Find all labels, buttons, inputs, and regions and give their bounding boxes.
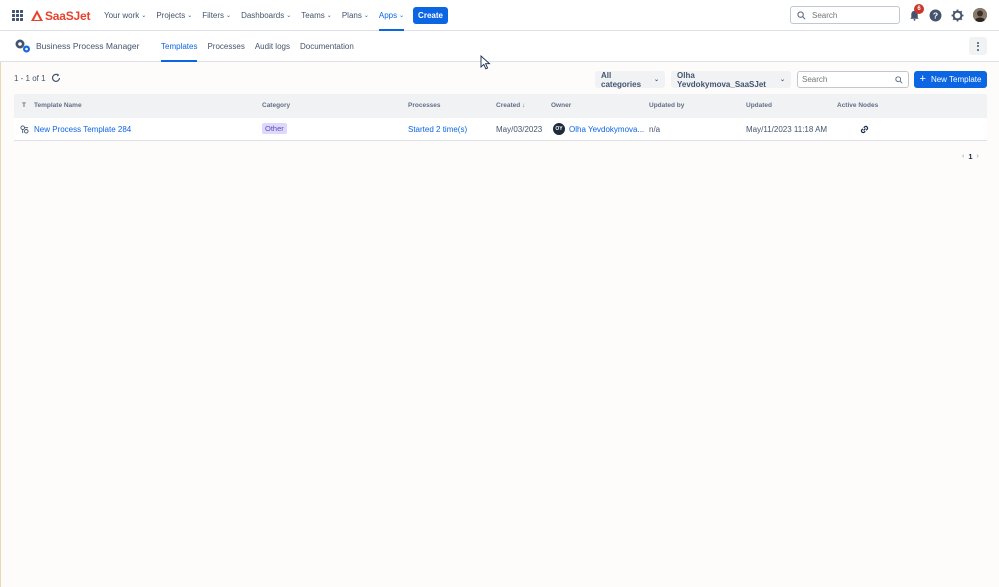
notifications-badge: 6: [914, 4, 924, 14]
nav-your-work[interactable]: Your work ⌄: [104, 0, 146, 31]
current-page[interactable]: 1: [968, 152, 972, 161]
owner-filter-value: Olha Yevdokymova_SaaSJet: [677, 70, 766, 89]
chevron-down-icon: ⌄: [286, 13, 292, 19]
category-filter-select[interactable]: All categories ⌄: [595, 70, 665, 89]
previous-page-icon[interactable]: ‹: [962, 153, 964, 160]
nav-projects-label: Projects: [156, 11, 186, 20]
nav-apps[interactable]: Apps ⌄: [378, 0, 405, 31]
question-icon: ?: [929, 9, 941, 21]
app-switcher-icon[interactable]: [12, 10, 23, 21]
app-tabs: Templates Processes Audit logs Documenta…: [161, 31, 364, 62]
dot: [977, 45, 979, 47]
app-header: Business Process Manager Templates Proce…: [0, 31, 999, 62]
nav-filters-label: Filters: [202, 11, 225, 20]
tab-templates[interactable]: Templates: [161, 31, 198, 62]
result-count: 1 - 1 of 1: [14, 74, 46, 83]
owner-filter-select[interactable]: Olha Yevdokymova_SaaSJet ⌄: [671, 70, 791, 89]
column-template-name[interactable]: Template Name: [34, 102, 82, 109]
user-photo-icon: [973, 8, 987, 22]
chevron-down-icon: ⌄: [141, 13, 147, 19]
chevron-down-icon: ⌄: [779, 77, 785, 83]
process-template-icon: [20, 125, 29, 134]
nav-dashboards-label: Dashboards: [241, 11, 285, 20]
owner-link[interactable]: Olha Yevdokymova...: [569, 125, 644, 134]
category-badge: Other: [262, 123, 287, 134]
app-title: Business Process Manager: [36, 41, 140, 51]
pagination: ‹ 1 ›: [962, 152, 979, 161]
top-navigation: SaaSJet Your work ⌄ Projects ⌄ Filters ⌄ Da…: [0, 0, 999, 31]
create-button[interactable]: Create: [413, 7, 448, 24]
column-created[interactable]: Created ↓: [496, 102, 525, 109]
chevron-down-icon: ⌄: [326, 13, 332, 19]
page-frame: [0, 0, 999, 587]
column-category[interactable]: Category: [262, 102, 290, 109]
nav-plans[interactable]: Plans ⌄: [342, 0, 369, 31]
mouse-cursor-icon: [480, 55, 491, 70]
column-updated[interactable]: Updated: [746, 102, 772, 109]
primary-nav: Your work ⌄ Projects ⌄ Filters ⌄ Dashboards…: [104, 0, 414, 31]
chevron-down-icon: ⌄: [226, 13, 232, 19]
column-owner[interactable]: Owner: [551, 102, 571, 109]
created-date: May/03/2023: [496, 125, 543, 134]
saasjet-logo[interactable]: SaaSJet: [31, 8, 91, 23]
help-icon[interactable]: ?: [928, 8, 942, 22]
plus-icon: +: [919, 73, 926, 85]
refresh-icon[interactable]: [51, 73, 61, 83]
category-filter-value: All categories: [601, 70, 642, 89]
link-icon[interactable]: [859, 124, 870, 135]
more-actions-button[interactable]: [969, 37, 987, 55]
template-search[interactable]: [797, 71, 909, 88]
nav-apps-label: Apps: [378, 11, 398, 20]
owner-avatar: OY: [553, 123, 565, 135]
table-header: T Template Name Category Processes Creat…: [14, 94, 987, 118]
nav-projects[interactable]: Projects ⌄: [156, 0, 192, 31]
tab-audit-logs[interactable]: Audit logs: [255, 31, 290, 62]
global-search-input[interactable]: [812, 10, 892, 20]
template-search-input[interactable]: [802, 75, 892, 84]
process-manager-logo-icon: [15, 39, 30, 53]
chevron-down-icon: ⌄: [363, 13, 369, 19]
new-template-label: New Template: [930, 75, 982, 84]
search-icon: [797, 10, 806, 19]
column-updated-by[interactable]: Updated by: [649, 102, 684, 109]
new-template-button[interactable]: + New Template: [914, 71, 987, 88]
category-badge-label: Other: [262, 123, 287, 134]
tab-documentation[interactable]: Documentation: [300, 31, 354, 62]
settings-icon[interactable]: [950, 8, 964, 22]
column-type[interactable]: T: [22, 102, 26, 109]
tab-processes[interactable]: Processes: [207, 31, 244, 62]
user-avatar[interactable]: [973, 8, 987, 22]
chevron-down-icon: ⌄: [653, 77, 659, 83]
table-row: New Process Template 284 Other Started 2…: [14, 118, 987, 141]
chevron-down-icon: ⌄: [187, 13, 193, 19]
template-name-link[interactable]: New Process Template 284: [34, 125, 131, 134]
column-active-nodes[interactable]: Active Nodes: [837, 102, 878, 109]
next-page-icon[interactable]: ›: [977, 153, 979, 160]
nav-plans-label: Plans: [341, 11, 362, 20]
gear-icon: [951, 9, 963, 21]
updated-by: n/a: [649, 125, 661, 134]
column-processes[interactable]: Processes: [408, 102, 441, 109]
dot: [977, 48, 979, 51]
dot: [977, 41, 979, 44]
templates-table: T Template Name Category Processes Creat…: [14, 94, 987, 141]
search-icon: [895, 76, 903, 84]
processes-link[interactable]: Started 2 time(s): [408, 125, 467, 134]
nav-dashboards[interactable]: Dashboards ⌄: [241, 0, 291, 31]
chevron-down-icon: ⌄: [399, 13, 405, 19]
saasjet-logo-icon: [31, 9, 43, 21]
nav-your-work-label: Your work: [104, 11, 140, 20]
svg-text:?: ?: [932, 10, 937, 20]
nav-teams[interactable]: Teams ⌄: [301, 0, 332, 31]
nav-filters[interactable]: Filters ⌄: [202, 0, 231, 31]
updated-date: May/11/2023 11:18 AM: [746, 125, 828, 134]
logo-text: SaaSJet: [45, 8, 91, 23]
nav-teams-label: Teams: [301, 11, 325, 20]
global-search[interactable]: [790, 6, 900, 24]
